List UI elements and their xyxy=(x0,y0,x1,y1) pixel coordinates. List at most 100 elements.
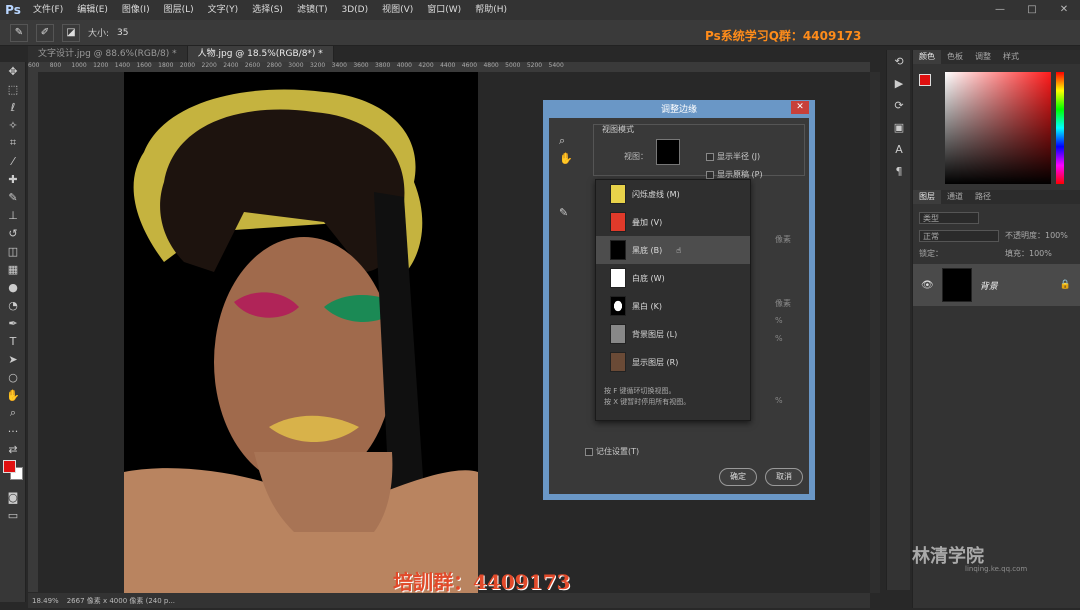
close-icon[interactable]: ✕ xyxy=(1048,0,1080,20)
faded-pct-1: % xyxy=(775,316,783,325)
magic-wand-icon[interactable]: ✧ xyxy=(0,116,26,134)
screen-mode-icon[interactable]: ▭ xyxy=(0,506,26,524)
zoom-tool-icon[interactable]: ⌕ xyxy=(0,404,26,422)
hue-slider[interactable] xyxy=(1056,72,1064,184)
menu-filter[interactable]: 滤镜(T) xyxy=(290,0,335,20)
ps-logo: Ps xyxy=(5,3,21,17)
remember-settings-checkbox[interactable]: 记住设置(T) xyxy=(585,446,639,457)
stamp-icon[interactable]: ⊥ xyxy=(0,206,26,224)
color-picker-field[interactable] xyxy=(945,72,1051,184)
layer-name[interactable]: 背景 xyxy=(980,279,998,292)
ok-button[interactable]: 确定 xyxy=(719,468,757,486)
menu-window[interactable]: 窗口(W) xyxy=(420,0,468,20)
lasso-tool-icon[interactable]: ℓ xyxy=(0,98,26,116)
dialog-close-icon[interactable]: ✕ xyxy=(791,101,809,114)
swap-colors-icon[interactable]: ⇄ xyxy=(0,440,26,458)
view-mode-select[interactable] xyxy=(656,139,680,165)
eraser-icon[interactable]: ◪ xyxy=(62,23,80,42)
faded-pixels-2: 像素 xyxy=(775,299,791,308)
portrait-photo[interactable] xyxy=(124,72,478,593)
tab-swatches[interactable]: 色板 xyxy=(941,50,969,64)
foreground-color[interactable] xyxy=(3,460,16,473)
brush-preset-icon[interactable]: ✎ xyxy=(10,23,28,42)
actions-panel-icon[interactable]: ▶ xyxy=(887,72,911,94)
move-tool-icon[interactable]: ✥ xyxy=(0,62,26,80)
faded-pixels-1: 像素 xyxy=(775,235,791,244)
menu-image[interactable]: 图像(I) xyxy=(115,0,157,20)
path-select-icon[interactable]: ➤ xyxy=(0,350,26,368)
marquee-tool-icon[interactable]: ⬚ xyxy=(0,80,26,98)
paragraph-panel-icon[interactable]: ¶ xyxy=(887,160,911,182)
tab-text-design[interactable]: 文字设计.jpg @ 88.6%(RGB/8) * xyxy=(28,46,188,62)
document-info[interactable]: 2667 像素 x 4000 像素 (240 p... xyxy=(67,596,175,606)
view-option-reveal-layer[interactable]: 显示图层 (R) xyxy=(596,348,750,376)
layer-kind-filter[interactable]: 类型 xyxy=(919,212,979,224)
history-brush-icon[interactable]: ↺ xyxy=(0,224,26,242)
dodge-icon[interactable]: ◔ xyxy=(0,296,26,314)
color-swatches[interactable] xyxy=(0,458,25,488)
more-tools-icon[interactable]: ··· xyxy=(0,422,26,440)
view-thumb-icon xyxy=(610,212,626,232)
tab-paths[interactable]: 路径 xyxy=(969,190,997,204)
tab-adjustments[interactable]: 调整 xyxy=(969,50,997,64)
view-label: 视图： xyxy=(624,152,648,161)
tab-color[interactable]: 颜色 xyxy=(913,50,941,64)
view-option-on-black[interactable]: 黑底 (B) ☝ xyxy=(596,236,750,264)
swatch-panel-icon[interactable]: ▣ xyxy=(887,116,911,138)
show-radius-checkbox[interactable]: 显示半径 (J) xyxy=(706,151,760,162)
type-tool-icon[interactable]: T xyxy=(0,332,26,350)
view-option-overlay[interactable]: 叠加 (V) xyxy=(596,208,750,236)
zoom-level[interactable]: 18.49% xyxy=(32,597,59,605)
menu-view[interactable]: 视图(V) xyxy=(375,0,420,20)
eye-icon[interactable]: 👁 xyxy=(921,280,934,291)
quick-mask-icon[interactable]: ◙ xyxy=(0,488,26,506)
view-option-marching-ants[interactable]: 闪烁虚线 (M) xyxy=(596,180,750,208)
brush-tool-icon[interactable]: ✐ xyxy=(36,23,54,42)
menu-file[interactable]: 文件(F) xyxy=(26,0,70,20)
faded-pct-3: % xyxy=(775,396,783,405)
menu-3d[interactable]: 3D(D) xyxy=(334,0,375,20)
hand-icon[interactable]: ✋ xyxy=(559,152,579,170)
menu-layer[interactable]: 图层(L) xyxy=(157,0,201,20)
menu-help[interactable]: 帮助(H) xyxy=(468,0,514,20)
faded-pct-2: % xyxy=(775,334,783,343)
shape-tool-icon[interactable]: ○ xyxy=(0,368,26,386)
panel-color-swatches[interactable] xyxy=(919,74,931,86)
tab-channels[interactable]: 通道 xyxy=(941,190,969,204)
hand-tool-icon[interactable]: ✋ xyxy=(0,386,26,404)
view-mode-group: 视图模式 视图： 显示半径 (J) 显示原稿 (P) xyxy=(593,124,805,179)
tab-styles[interactable]: 样式 xyxy=(997,50,1025,64)
cancel-button[interactable]: 取消 xyxy=(765,468,803,486)
menu-edit[interactable]: 编辑(E) xyxy=(70,0,115,20)
blur-icon[interactable]: ● xyxy=(0,278,26,296)
menu-type[interactable]: 文字(Y) xyxy=(201,0,246,20)
layer-row-background[interactable]: 👁 背景 🔒 xyxy=(913,264,1080,306)
menu-select[interactable]: 选择(S) xyxy=(245,0,290,20)
maximize-icon[interactable]: □ xyxy=(1016,0,1048,20)
crop-tool-icon[interactable]: ⌗ xyxy=(0,134,26,152)
history-panel-icon[interactable]: ⟲ xyxy=(887,50,911,72)
refine-radius-tool-icon[interactable]: ✎ xyxy=(559,206,579,224)
brush-icon[interactable]: ✎ xyxy=(0,188,26,206)
healing-brush-icon[interactable]: ✚ xyxy=(0,170,26,188)
view-option-on-layers[interactable]: 背景图层 (L) xyxy=(596,320,750,348)
pen-icon[interactable]: ✒ xyxy=(0,314,26,332)
view-option-on-white[interactable]: 白底 (W) xyxy=(596,264,750,292)
fill-field[interactable]: 填充：100% xyxy=(1005,248,1052,259)
vertical-scrollbar[interactable] xyxy=(870,72,880,593)
minimize-icon[interactable]: — xyxy=(984,0,1016,20)
opacity-field[interactable]: 不透明度：100% xyxy=(1005,230,1068,241)
view-option-black-white[interactable]: 黑白 (K) xyxy=(596,292,750,320)
gradient-icon[interactable]: ▦ xyxy=(0,260,26,278)
adjust-panel-icon[interactable]: ⟳ xyxy=(887,94,911,116)
eyedropper-icon[interactable]: ⁄ xyxy=(0,152,26,170)
tab-portrait[interactable]: 人物.jpg @ 18.5%(RGB/8*) * xyxy=(187,46,334,62)
blend-mode-select[interactable]: 正常 xyxy=(919,230,999,242)
tab-layers[interactable]: 图层 xyxy=(913,190,941,204)
view-thumb-icon xyxy=(610,296,626,316)
size-input[interactable]: 35 xyxy=(117,28,147,38)
zoom-icon[interactable]: ⌕ xyxy=(559,134,579,152)
eraser-tool-icon[interactable]: ◫ xyxy=(0,242,26,260)
status-bar: 18.49% 2667 像素 x 4000 像素 (240 p... xyxy=(28,593,870,608)
character-panel-icon[interactable]: A xyxy=(887,138,911,160)
